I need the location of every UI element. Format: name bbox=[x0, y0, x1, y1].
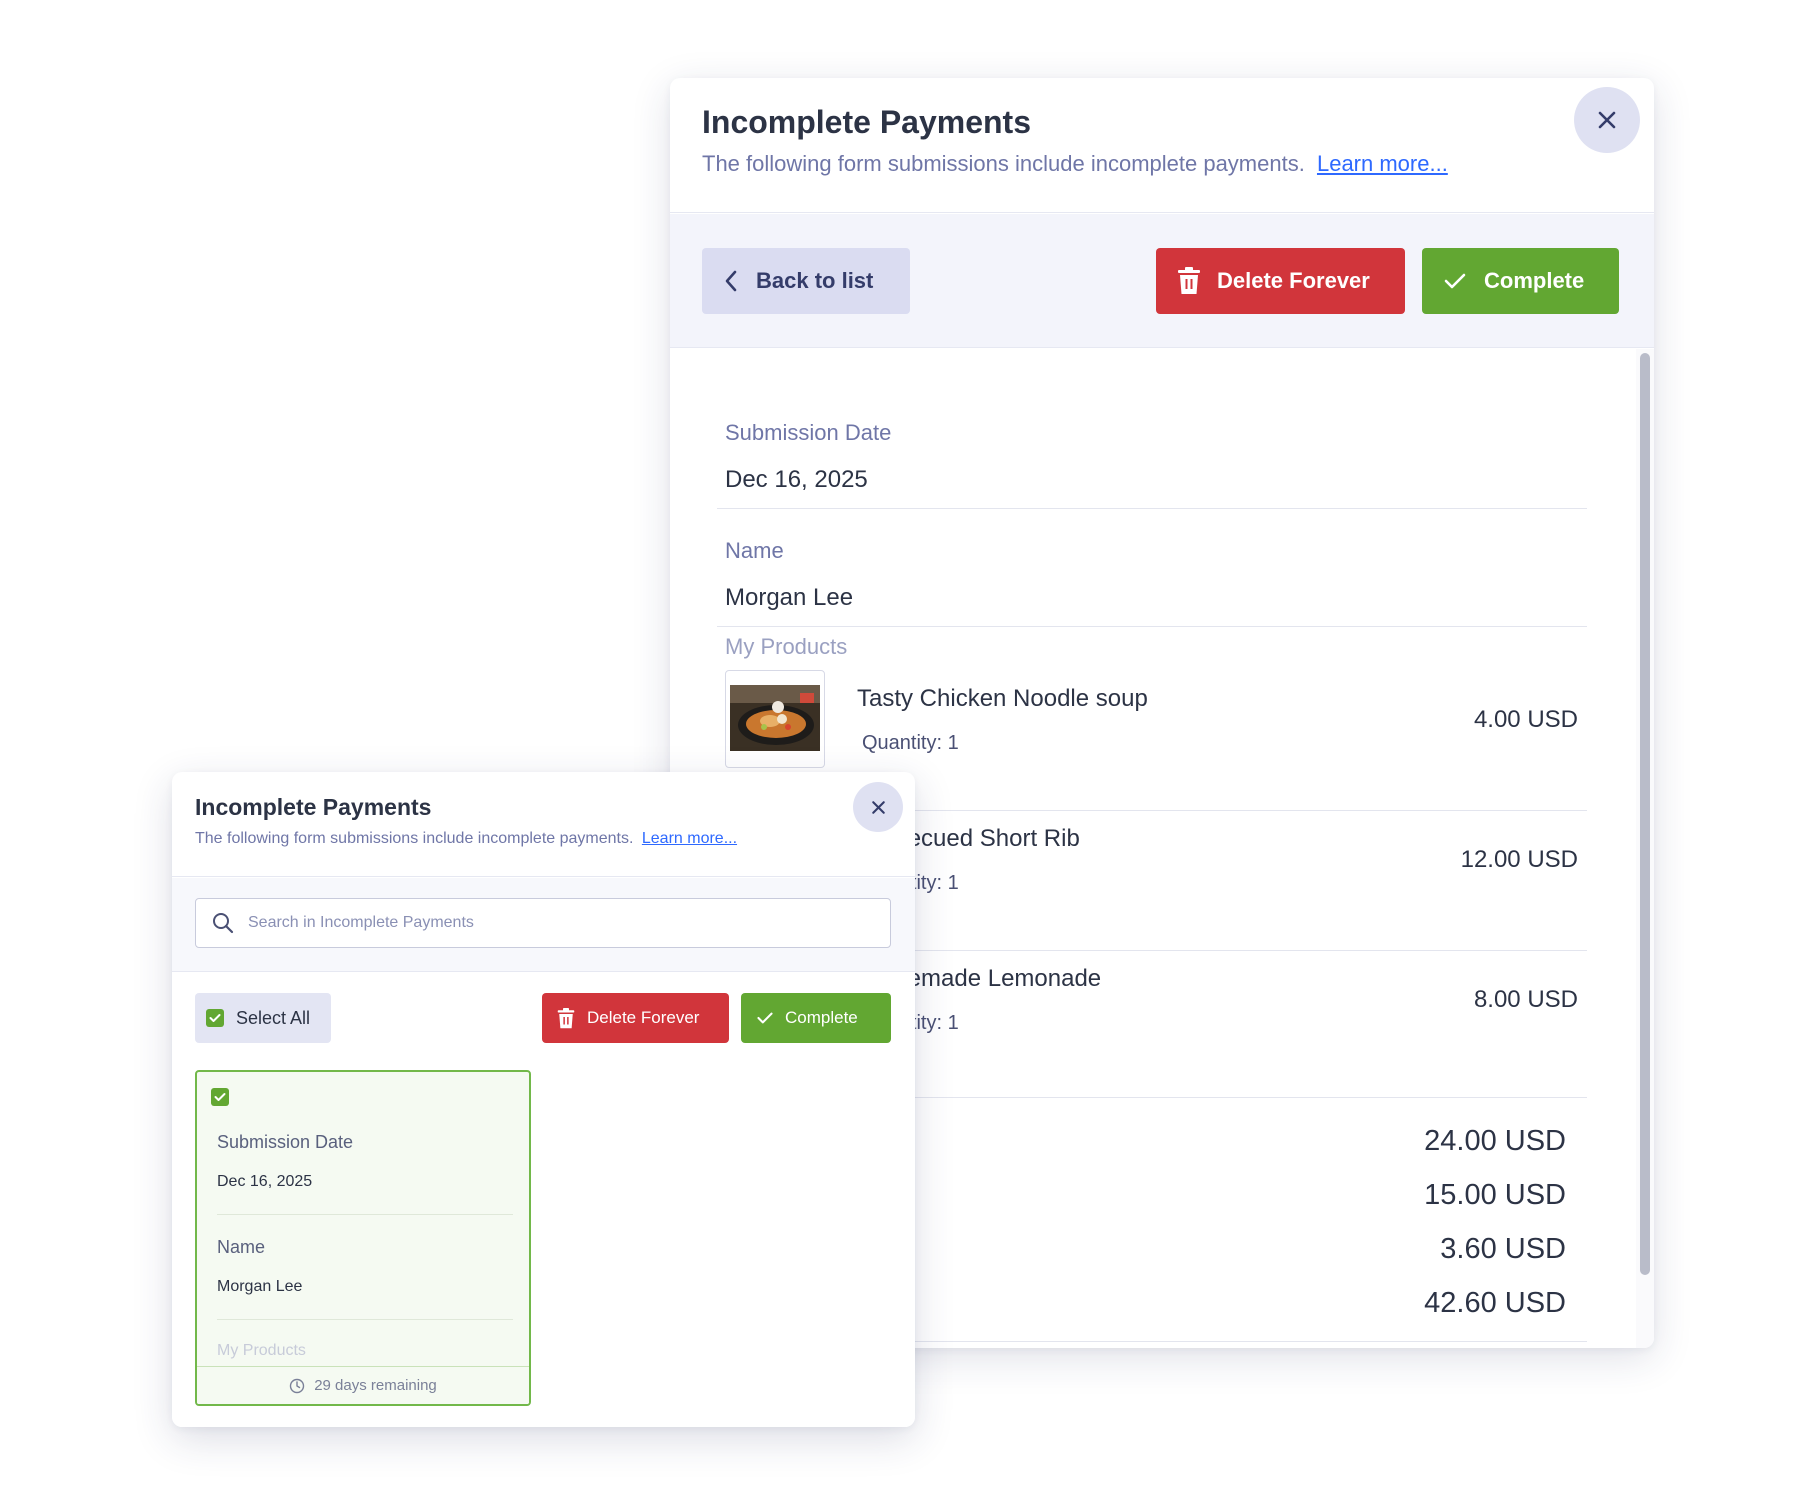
close-button[interactable] bbox=[853, 782, 903, 832]
product-price: 4.00 USD bbox=[1473, 706, 1578, 733]
total-value: 42.60 USD bbox=[1424, 1287, 1566, 1319]
search-icon bbox=[213, 913, 234, 934]
submission-card[interactable]: Submission Date Dec 16, 2025 Name Morgan… bbox=[195, 1070, 531, 1406]
close-icon bbox=[1598, 111, 1616, 129]
list-title: Incomplete Payments bbox=[195, 794, 432, 820]
trash-icon bbox=[1178, 267, 1200, 294]
search-input[interactable] bbox=[248, 914, 848, 932]
product-price: 12.00 USD bbox=[1460, 846, 1578, 873]
close-icon bbox=[871, 800, 885, 814]
scrollbar-thumb[interactable] bbox=[1640, 353, 1650, 1275]
card-name-value: Morgan Lee bbox=[217, 1278, 303, 1295]
divider bbox=[717, 626, 1587, 627]
tax-value: 3.60 USD bbox=[1440, 1233, 1566, 1265]
product-price: 8.00 USD bbox=[1473, 986, 1578, 1013]
subtotal-value: 24.00 USD bbox=[1424, 1125, 1566, 1157]
delete-forever-label: Delete Forever bbox=[1217, 268, 1370, 293]
list-body: Select All Delete Forever Complete Submi… bbox=[172, 973, 915, 1427]
select-all-button[interactable]: Select All bbox=[195, 993, 331, 1043]
checkbox-checked-icon bbox=[206, 1009, 224, 1027]
detail-header: Incomplete Payments The following form s… bbox=[670, 78, 1654, 213]
select-all-label: Select All bbox=[236, 1007, 311, 1028]
delete-forever-button[interactable]: Delete Forever bbox=[542, 993, 729, 1043]
check-icon bbox=[1444, 273, 1466, 289]
stage: Incomplete Payments The following form s… bbox=[0, 0, 1812, 1492]
divider bbox=[217, 1214, 513, 1215]
complete-button[interactable]: Complete bbox=[741, 993, 891, 1043]
card-footer: 29 days remaining bbox=[197, 1366, 529, 1404]
checkbox-checked-icon[interactable] bbox=[211, 1088, 229, 1106]
chevron-left-icon bbox=[725, 270, 737, 292]
list-subtitle-text: The following form submissions include i… bbox=[195, 830, 634, 847]
check-icon bbox=[757, 1012, 773, 1024]
close-button[interactable] bbox=[1574, 87, 1640, 153]
card-products-label: My Products bbox=[217, 1342, 306, 1359]
product-image bbox=[725, 670, 825, 768]
my-products-label: My Products bbox=[725, 634, 848, 659]
learn-more-link[interactable]: Learn more... bbox=[1317, 151, 1448, 176]
learn-more-link[interactable]: Learn more... bbox=[642, 830, 737, 847]
clock-icon bbox=[290, 1378, 305, 1393]
name-label: Name bbox=[725, 538, 784, 563]
days-remaining-text: 29 days remaining bbox=[314, 1377, 437, 1394]
delete-forever-button[interactable]: Delete Forever bbox=[1156, 248, 1405, 314]
back-to-list-label: Back to list bbox=[756, 268, 874, 293]
complete-button[interactable]: Complete bbox=[1422, 248, 1619, 314]
complete-label: Complete bbox=[785, 1008, 858, 1027]
trash-icon bbox=[557, 1007, 575, 1028]
back-to-list-button[interactable]: Back to list bbox=[702, 248, 910, 314]
incomplete-payments-list-panel: Incomplete Payments The following form s… bbox=[172, 772, 915, 1427]
card-date-label: Submission Date bbox=[217, 1132, 354, 1152]
name-value: Morgan Lee bbox=[725, 584, 854, 611]
divider bbox=[717, 508, 1587, 509]
card-date-value: Dec 16, 2025 bbox=[217, 1173, 313, 1190]
soup-image bbox=[730, 675, 820, 763]
detail-subtitle: The following form submissions include i… bbox=[702, 151, 1448, 177]
search-bar-area bbox=[172, 878, 915, 972]
card-name-label: Name bbox=[217, 1237, 266, 1257]
list-header: Incomplete Payments The following form s… bbox=[172, 772, 915, 877]
divider bbox=[217, 1319, 513, 1320]
detail-toolbar: Back to list Delete Forever Complete bbox=[670, 214, 1654, 348]
submission-date-value: Dec 16, 2025 bbox=[725, 466, 868, 493]
delete-forever-label: Delete Forever bbox=[587, 1008, 700, 1027]
detail-title: Incomplete Payments bbox=[702, 104, 1031, 140]
product-name: Tasty Chicken Noodle soup bbox=[857, 685, 1148, 712]
shipping-value: 15.00 USD bbox=[1424, 1179, 1566, 1211]
detail-subtitle-text: The following form submissions include i… bbox=[702, 151, 1305, 176]
list-subtitle: The following form submissions include i… bbox=[195, 830, 737, 848]
search-box[interactable] bbox=[195, 898, 891, 948]
complete-label: Complete bbox=[1484, 268, 1585, 293]
product-quantity: Quantity: 1 bbox=[862, 732, 959, 754]
submission-date-label: Submission Date bbox=[725, 420, 892, 445]
